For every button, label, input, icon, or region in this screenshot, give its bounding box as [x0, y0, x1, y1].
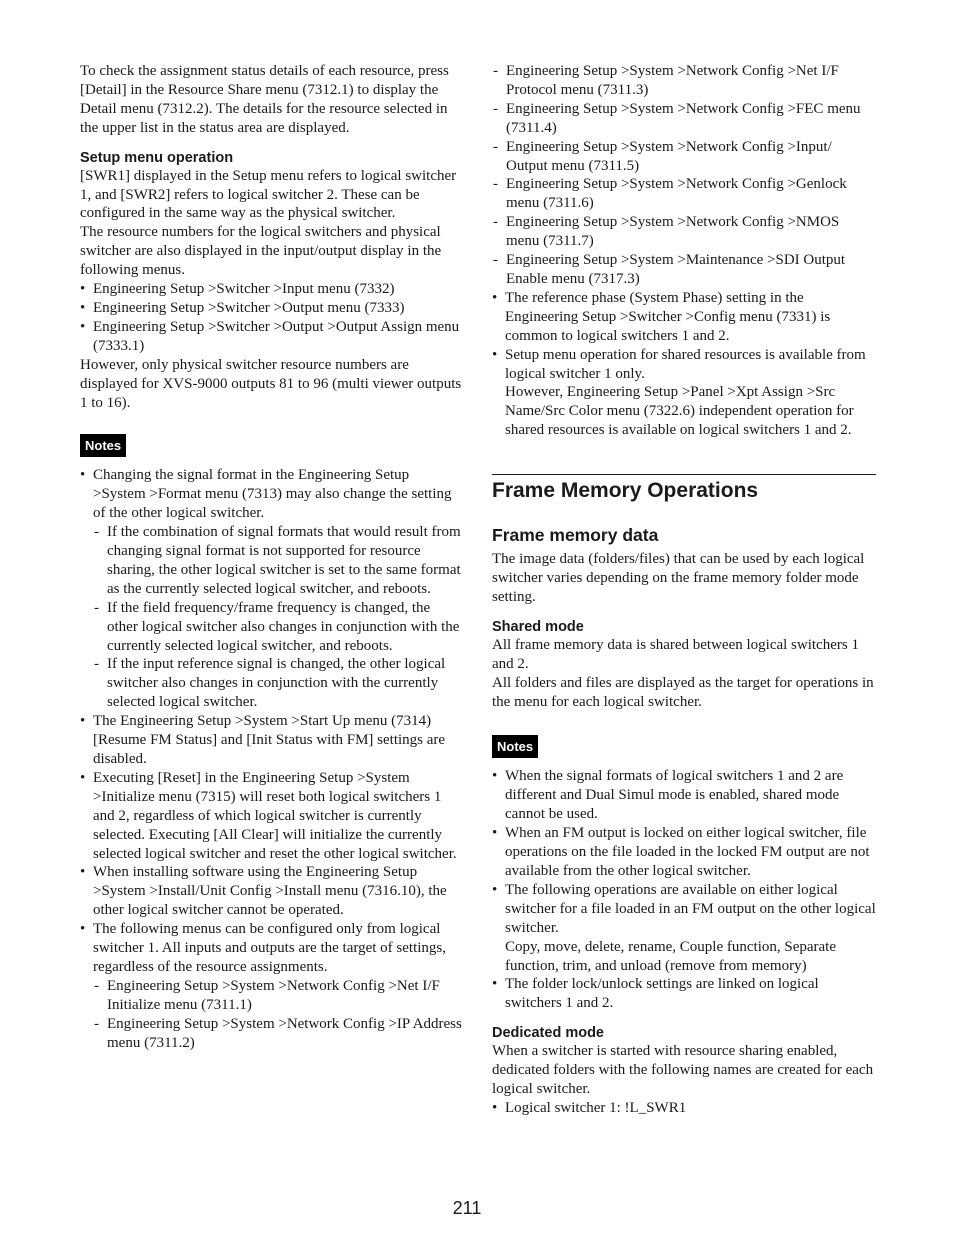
fm-data-heading: Frame memory data	[492, 525, 659, 546]
shared-mode-heading: Shared mode	[492, 618, 584, 635]
sub-item: If the input reference signal is changed…	[93, 655, 462, 712]
setup-menu-list: Engineering Setup >Switcher >Input menu …	[80, 280, 462, 356]
left-column: To check the assignment status details o…	[80, 62, 462, 1053]
sub-item: Engineering Setup >System >Network Confi…	[93, 1015, 462, 1053]
note-item: Changing the signal format in the Engine…	[80, 466, 462, 712]
intro-paragraph: To check the assignment status details o…	[80, 63, 449, 136]
notes-badge: Notes	[492, 735, 539, 759]
note-text: The following menus can be configured on…	[93, 921, 446, 975]
dedicated-mode-heading: Dedicated mode	[492, 1025, 604, 1042]
note-text: The following operations are available o…	[505, 881, 876, 936]
sub-item: Engineering Setup >System >Network Confi…	[93, 977, 462, 1015]
sub-item: If the combination of signal formats tha…	[93, 523, 462, 599]
sub-item: Engineering Setup >System >Network Confi…	[492, 213, 876, 251]
setup-menu-heading: Setup menu operation	[80, 149, 234, 166]
sub-item: Engineering Setup >System >Network Confi…	[492, 138, 876, 176]
setup-paragraph-3: However, only physical switcher resource…	[80, 356, 462, 411]
section-title: Frame Memory Operations	[492, 474, 876, 504]
note-item: The Engineering Setup >System >Start Up …	[80, 712, 462, 769]
sub-item: Engineering Setup >System >Network Confi…	[492, 62, 876, 100]
sub-item: Engineering Setup >System >Network Confi…	[492, 100, 876, 138]
notes-list: Changing the signal format in the Engine…	[80, 466, 462, 1052]
setup-paragraph-2: The resource numbers for the logical swi…	[80, 224, 442, 279]
shared-notes-list: When the signal formats of logical switc…	[492, 767, 876, 1013]
note-text: Changing the signal format in the Engine…	[93, 467, 452, 522]
notes-badge: Notes	[80, 434, 127, 458]
note-item: The folder lock/unlock settings are link…	[492, 975, 876, 1013]
right-column: Engineering Setup >System >Network Confi…	[492, 62, 876, 1118]
page-number: 211	[452, 1198, 482, 1218]
note-item: When installing software using the Engin…	[80, 863, 462, 920]
note-sub-list: If the combination of signal formats tha…	[93, 523, 462, 712]
sub-item: Engineering Setup >System >Maintenance >…	[492, 251, 876, 289]
note-sub-list: Engineering Setup >System >Network Confi…	[93, 977, 462, 1053]
note-item: When an FM output is locked on either lo…	[492, 824, 876, 881]
sub-item: Engineering Setup >System >Network Confi…	[492, 175, 876, 213]
shared-paragraph-2: All folders and files are displayed as t…	[492, 674, 874, 710]
note-extra: However, Engineering Setup >Panel >Xpt A…	[505, 384, 854, 439]
note-item: The following menus can be configured on…	[80, 920, 462, 1052]
list-item: Engineering Setup >Switcher >Output >Out…	[80, 318, 462, 356]
notes-badge-container: Notes	[80, 434, 462, 458]
continued-notes-list: The reference phase (System Phase) setti…	[492, 289, 876, 440]
notes-badge-container: Notes	[492, 735, 876, 759]
dedicated-list: Logical switcher 1: !L_SWR1	[492, 1099, 876, 1118]
note-item: The following operations are available o…	[492, 881, 876, 976]
list-item: Logical switcher 1: !L_SWR1	[492, 1099, 876, 1118]
list-item: Engineering Setup >Switcher >Input menu …	[80, 280, 462, 299]
dedicated-paragraph: When a switcher is started with resource…	[492, 1043, 874, 1098]
note-extra: Copy, move, delete, rename, Couple funct…	[505, 938, 837, 974]
note-item: Setup menu operation for shared resource…	[492, 346, 876, 441]
fm-data-paragraph: The image data (folders/files) that can …	[492, 551, 865, 605]
list-item: Engineering Setup >Switcher >Output menu…	[80, 299, 462, 318]
sub-item: If the field frequency/frame frequency i…	[93, 599, 462, 656]
note-item: When the signal formats of logical switc…	[492, 767, 876, 824]
note-item: The reference phase (System Phase) setti…	[492, 289, 876, 346]
shared-paragraph-1: All frame memory data is shared between …	[492, 636, 859, 672]
note-item: Executing [Reset] in the Engineering Set…	[80, 769, 462, 864]
continued-sub-list: Engineering Setup >System >Network Confi…	[492, 62, 876, 289]
setup-paragraph-1: [SWR1] displayed in the Setup menu refer…	[80, 167, 457, 222]
note-text: Setup menu operation for shared resource…	[505, 346, 866, 382]
